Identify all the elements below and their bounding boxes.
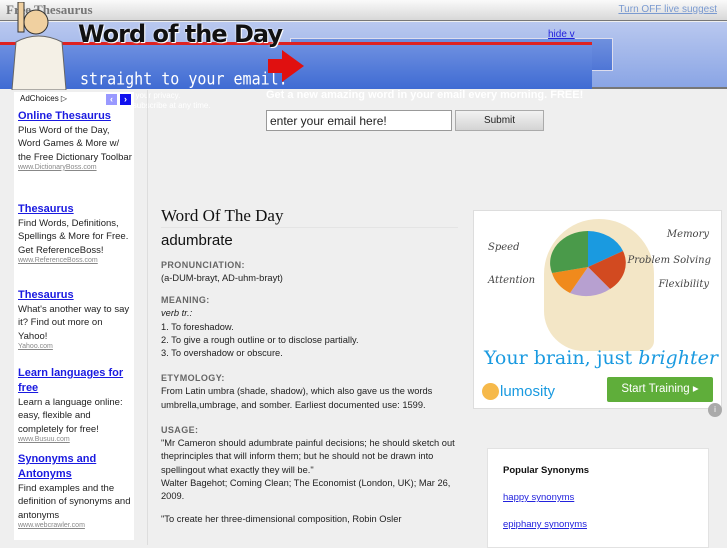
pronunciation: (a-DUM-brayt, AD-uhm-brayt) (161, 273, 283, 283)
label-speed: Speed (488, 242, 520, 253)
hide-banner-link[interactable]: hide v (548, 29, 575, 40)
ad-item[interactable]: Synonyms and Antonyms Find examples and t… (18, 452, 132, 529)
usage-quote-2: "To create her three-dimensional composi… (161, 513, 402, 524)
roman-figure-icon (11, 2, 67, 90)
ad-info-icon[interactable]: i (708, 403, 722, 417)
usage-label: USAGE: (161, 425, 199, 436)
ad-item[interactable]: Thesaurus Find Words, Definitions, Spelli… (18, 202, 132, 264)
synonym-link[interactable]: happy synonyms (503, 492, 574, 503)
adchoices-label[interactable]: AdChoices ▷ (20, 94, 67, 103)
next-icon[interactable]: › (120, 94, 131, 105)
start-training-button[interactable]: Start Training ▸ (607, 377, 713, 402)
label-flexibility: Flexibility (658, 279, 709, 290)
meaning-1: 1. To foreshadow. (161, 321, 234, 332)
word-of-the-day-content: Word Of The Day adumbrate PRONUNCIATION:… (161, 206, 461, 526)
lumosity-logo-icon (482, 383, 499, 400)
popular-synonyms-title: Popular Synonyms (503, 465, 590, 476)
banner-subtitle: straight to your email. (80, 69, 288, 89)
top-bar: Free Thesaurus Turn OFF live suggest (0, 0, 727, 21)
divider (147, 90, 148, 545)
submit-button[interactable]: Submit (455, 110, 544, 131)
banner-title: Word of the Day (78, 20, 283, 48)
meaning-2: 2. To give a rough outline or to disclos… (161, 334, 359, 345)
lumosity-ad[interactable]: Speed Attention Memory Problem Solving F… (473, 210, 722, 409)
usage-quote: "Mr Cameron should adumbrate painful dec… (161, 438, 455, 475)
ad-item[interactable]: Online Thesaurus Plus Word of the Day, Wo… (18, 109, 132, 171)
email-input[interactable] (266, 110, 452, 131)
pronunciation-label: PRONUNCIATION: (161, 260, 245, 270)
section-heading: Word Of The Day (161, 206, 458, 228)
meaning-3: 3. To overshadow or obscure. (161, 348, 283, 359)
label-attention: Attention (488, 275, 536, 286)
etymology: From Latin umbra (shade, shadow), which … (161, 386, 433, 410)
synonym-link[interactable]: epiphany synonyms (503, 519, 587, 530)
label-memory: Memory (666, 229, 709, 240)
newsletter-banner: straight to your email. We respect your … (0, 2, 727, 110)
meaning-label: MEANING: (161, 295, 210, 306)
prev-icon[interactable]: ‹ (106, 94, 117, 105)
label-problem-solving: Problem Solving (627, 255, 711, 266)
turn-off-live-suggest-link[interactable]: Turn OFF live suggest (618, 4, 717, 15)
ad-item[interactable]: Thesaurus What's another way to say it? F… (18, 288, 132, 350)
ad-item[interactable]: Learn languages for free Learn a language… (18, 366, 132, 443)
pie-icon (550, 231, 626, 297)
popular-synonyms-box: Popular Synonyms happy synonyms epiphany… (487, 448, 709, 548)
newsletter-cta: Get a new amazing word in your email eve… (266, 89, 584, 101)
word: adumbrate (161, 232, 233, 249)
usage-source: Walter Bagehot; Coming Clean; The Econom… (161, 477, 451, 502)
ad-headline: Your brain, just brighter (484, 347, 718, 369)
etymology-label: ETYMOLOGY: (161, 373, 225, 384)
part-of-speech: verb tr.: (161, 308, 193, 319)
left-ad-column: AdChoices ▷ ‹ › Online Thesaurus Plus Wor… (14, 92, 134, 540)
lumosity-brand: lumosity (500, 383, 556, 400)
